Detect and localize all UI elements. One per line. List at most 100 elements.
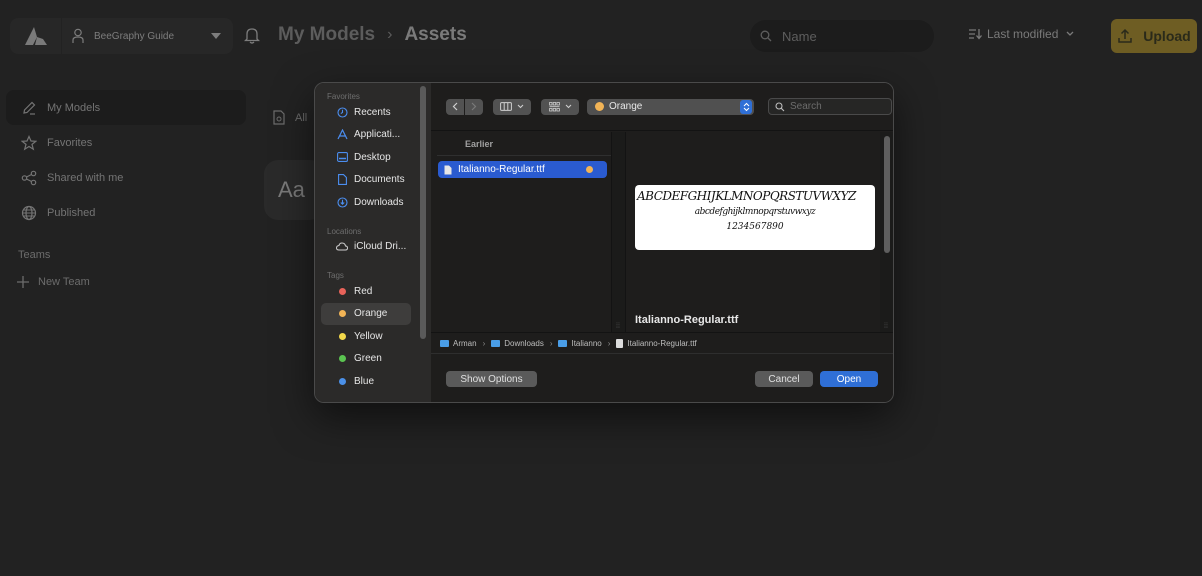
font-preview-image: ABCDEFGHIJKLMNOPQRSTUVWXYZ abcdefghijklm… (635, 185, 875, 250)
orange-tag-icon (338, 310, 346, 318)
path-segment[interactable]: Italianno-Regular.ttf (627, 339, 696, 348)
view-mode-button[interactable] (493, 98, 531, 115)
chevron-down-icon (211, 33, 221, 39)
folder-icon (440, 339, 449, 347)
document-icon (337, 174, 347, 186)
chevron-down-icon (1066, 31, 1074, 36)
tag-yellow[interactable]: Yellow (321, 325, 411, 348)
new-team-button[interactable]: New Team (0, 266, 250, 298)
search-icon (775, 101, 785, 111)
app-logo[interactable] (10, 18, 62, 54)
all-assets-filter[interactable]: All (273, 110, 307, 125)
new-team-label: New Team (38, 276, 90, 288)
dialog-sidebar-recents[interactable]: Recents (321, 101, 411, 124)
sidebar-item-label: Shared with me (47, 171, 124, 184)
file-open-dialog: Favorites Recents Applicati... Desktop D… (314, 82, 894, 403)
preview-file-name: Italianno-Regular.ttf (635, 314, 739, 326)
tag-blue[interactable]: Blue (321, 370, 411, 393)
show-options-button[interactable]: Show Options (446, 371, 537, 387)
sidebar-item-published[interactable]: Published (6, 195, 246, 230)
orange-tag-icon (595, 102, 604, 111)
forward-button[interactable] (465, 98, 483, 115)
tag-green[interactable]: Green (321, 348, 411, 371)
upload-icon (1118, 28, 1133, 43)
nav-buttons (446, 98, 483, 115)
scrollbar-thumb[interactable] (884, 136, 890, 253)
red-tag-icon (338, 287, 346, 295)
tag-label: Blue (354, 375, 375, 387)
dialog-sidebar-label: Documents (354, 174, 405, 186)
cancel-button[interactable]: Cancel (755, 371, 813, 387)
desktop-icon (336, 152, 348, 163)
clock-icon (336, 107, 348, 118)
dialog-sidebar-documents[interactable]: Documents (321, 169, 411, 192)
green-tag-icon (338, 355, 346, 363)
open-button[interactable]: Open (820, 371, 878, 387)
dialog-sidebar-icloud-drive[interactable]: iCloud Dri... (321, 236, 411, 259)
preview-scrollbar[interactable]: ⁞⁞ (880, 132, 893, 332)
path-segment[interactable]: Arman (453, 339, 477, 348)
column-resize-handle[interactable]: ⁞⁞ (612, 132, 626, 332)
upload-button[interactable]: Upload (1111, 19, 1197, 53)
column-heading: Earlier (437, 132, 611, 156)
back-button[interactable] (446, 98, 464, 115)
sidebar-item-my-models[interactable]: My Models (6, 90, 246, 125)
sidebar: My Models Favorites Shared with me Publi… (0, 90, 250, 298)
tag-label: Red (354, 285, 373, 297)
bell-icon[interactable] (244, 26, 260, 44)
path-segment[interactable]: Italianno (571, 339, 601, 348)
beegraphy-logo-icon (24, 27, 47, 45)
path-segment[interactable]: Downloads (504, 339, 544, 348)
chevron-down-icon (565, 104, 571, 109)
file-icon (616, 338, 624, 348)
tag-orange[interactable]: Orange (321, 302, 411, 325)
path-bar: Arman › Downloads › Italianno › Italiann… (431, 332, 893, 354)
up-down-stepper-icon (740, 99, 752, 114)
file-row[interactable]: Italianno-Regular.ttf (438, 161, 607, 178)
sidebar-item-favorites[interactable]: Favorites (6, 125, 246, 160)
favorites-heading: Favorites (327, 92, 360, 101)
locations-heading: Locations (327, 226, 362, 236)
preview-digits: 1234567890 (726, 222, 784, 232)
sidebar-scrollbar[interactable] (420, 86, 426, 339)
sidebar-item-label: Published (47, 206, 96, 219)
dialog-footer: Show Options Cancel Open (431, 355, 893, 402)
account-selector[interactable]: BeeGraphy Guide (62, 28, 233, 44)
plus-icon (17, 276, 29, 288)
file-icon (273, 110, 285, 125)
tag-label: Yellow (354, 330, 383, 342)
chevron-right-icon: › (482, 338, 486, 348)
file-list-column: Earlier Italianno-Regular.ttf (431, 132, 612, 332)
download-icon (336, 197, 348, 208)
dialog-sidebar-downloads[interactable]: Downloads (321, 191, 411, 214)
chevron-right-icon: › (607, 338, 611, 348)
preview-uppercase: ABCDEFGHIJKLMNOPQRSTUVWXYZ (637, 189, 856, 203)
dialog-sidebar-label: iCloud Dri... (354, 241, 407, 253)
sidebar-item-label: Favorites (47, 136, 93, 149)
dialog-sidebar: Favorites Recents Applicati... Desktop D… (315, 83, 431, 402)
location-popup[interactable]: Orange (587, 98, 754, 115)
applications-icon (336, 129, 348, 140)
folder-icon (558, 339, 568, 347)
sidebar-item-shared-with-me[interactable]: Shared with me (6, 160, 246, 195)
dialog-search-input[interactable] (790, 101, 885, 112)
tag-red[interactable]: Red (321, 280, 411, 303)
account-switcher[interactable]: BeeGraphy Guide (10, 18, 233, 54)
dialog-search-box[interactable] (768, 98, 892, 115)
sort-label: Last modified (987, 27, 1059, 41)
teams-heading: Teams (18, 249, 51, 261)
blue-tag-icon (338, 377, 346, 385)
dialog-sidebar-desktop[interactable]: Desktop (321, 146, 411, 169)
user-icon (72, 28, 84, 43)
chevron-right-icon: › (549, 338, 553, 348)
dialog-sidebar-label: Applicati... (354, 129, 401, 141)
breadcrumb-my-models[interactable]: My Models (278, 24, 375, 46)
top-bar: BeeGraphy Guide My Models › Assets Last … (0, 0, 1202, 72)
sort-dropdown[interactable]: Last modified (968, 27, 1077, 41)
dialog-sidebar-applications[interactable]: Applicati... (321, 124, 411, 147)
search-input[interactable] (782, 28, 912, 44)
chevron-right-icon (471, 102, 477, 111)
globe-icon (21, 205, 37, 220)
group-button[interactable] (541, 98, 579, 115)
search-box[interactable] (750, 20, 934, 52)
